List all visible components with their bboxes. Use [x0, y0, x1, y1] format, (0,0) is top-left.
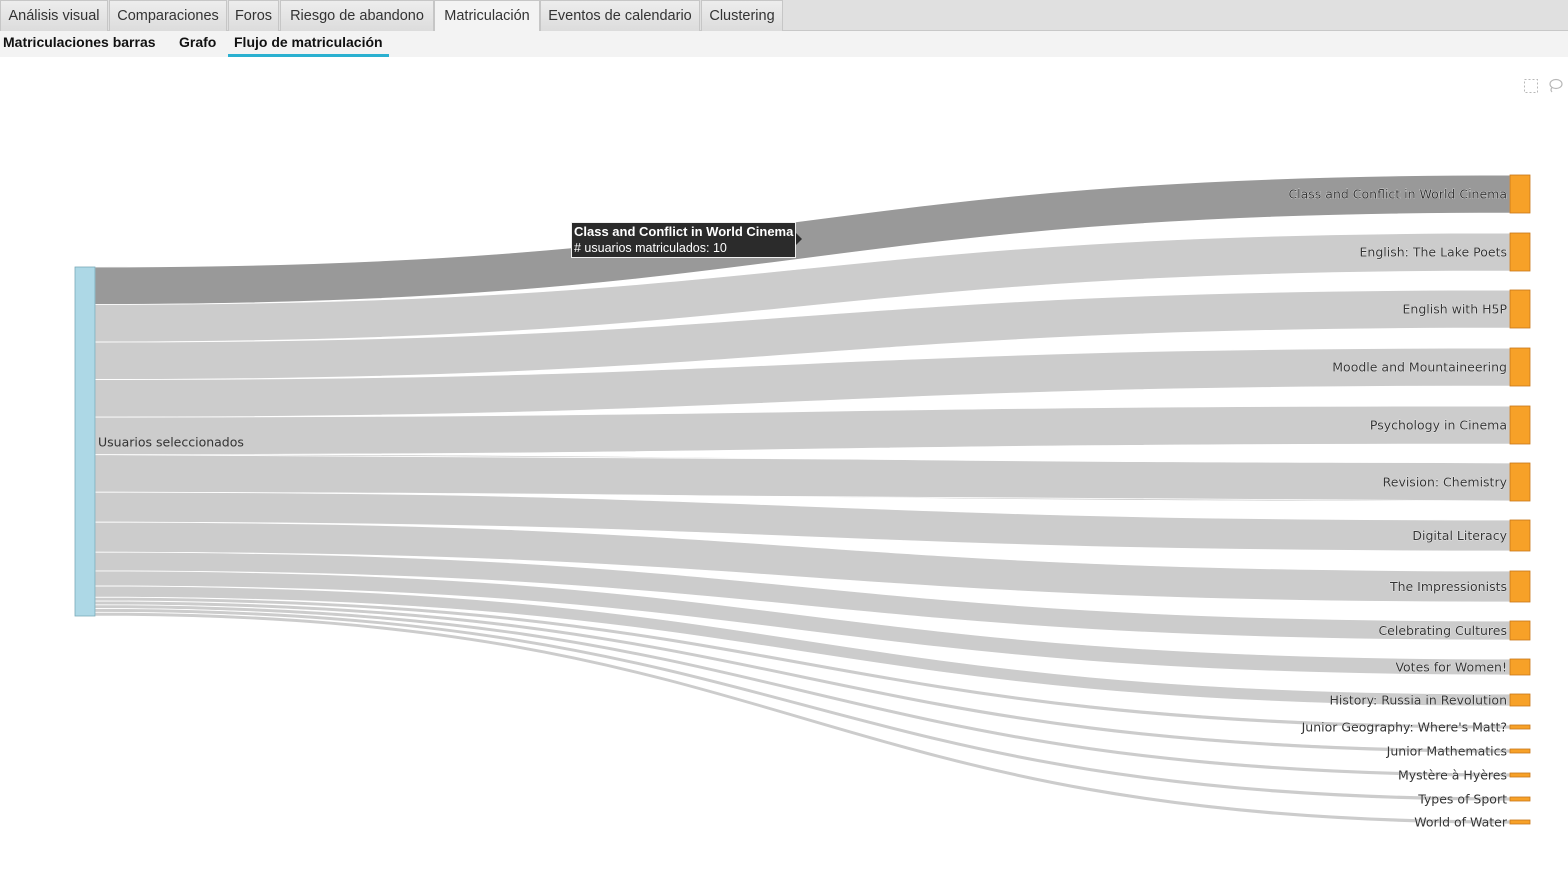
sankey-target-label: Votes for Women! [1395, 660, 1507, 675]
sankey-target-node-moodle-and-mountaineering[interactable] [1509, 347, 1531, 387]
sankey-source-node[interactable] [74, 266, 96, 617]
sankey-source-label: Usuarios seleccionados [98, 435, 244, 450]
sankey-target-label: Moodle and Mountaineering [1332, 360, 1507, 375]
sankey-target-node-psychology-in-cinema[interactable] [1509, 405, 1531, 445]
sankey-target-node-votes-for-women[interactable] [1509, 658, 1531, 676]
sankey-target-label: Mystère à Hyères [1398, 768, 1507, 783]
sankey-target-node-english-the-lake-poets[interactable] [1509, 232, 1531, 272]
sankey-target-label: Junior Geography: Where's Matt? [1301, 720, 1507, 735]
sankey-target-label: World of Water [1414, 815, 1508, 830]
tooltip-text: # usuarios matriculados: 10 [574, 241, 727, 255]
sankey-target-label: History: Russia in Revolution [1330, 693, 1508, 708]
tooltip-title: Class and Conflict in World Cinema [574, 224, 794, 239]
sankey-target-node-english-with-h5p[interactable] [1509, 289, 1531, 329]
sankey-target-node-types-of-sport[interactable] [1509, 796, 1531, 802]
sankey-target-node-junior-mathematics[interactable] [1509, 748, 1531, 754]
sankey-target-label: Class and Conflict in World Cinema [1288, 187, 1507, 202]
sankey-target-label: Digital Literacy [1412, 528, 1507, 543]
sankey-target-label: The Impressionists [1389, 579, 1507, 594]
sankey-target-label: Revision: Chemistry [1383, 475, 1508, 490]
sankey-target-label: English with H5P [1403, 302, 1508, 317]
sankey-target-node-the-impressionists[interactable] [1509, 570, 1531, 603]
sankey-chart: Usuarios seleccionados Class and Conflict… [74, 174, 1531, 830]
lasso-select-icon[interactable] [1547, 78, 1563, 94]
sankey-target-node-celebrating-cultures[interactable] [1509, 620, 1531, 641]
hover-tooltip: Class and Conflict in World Cinema # usu… [571, 222, 796, 258]
sankey-target-node-mystere-a-hyeres[interactable] [1509, 772, 1531, 778]
sankey-target-node-world-of-water[interactable] [1509, 819, 1531, 825]
sankey-target-node-class-and-conflict-in-world-cinema[interactable] [1509, 174, 1531, 214]
sankey-target-node-digital-literacy[interactable] [1509, 519, 1531, 552]
sankey-target-label: Celebrating Cultures [1378, 623, 1507, 638]
sankey-target-node-revision-chemistry[interactable] [1509, 462, 1531, 502]
tooltip-arrow [796, 233, 802, 245]
sankey-target-label: Types of Sport [1417, 792, 1507, 807]
box-select-icon[interactable] [1523, 78, 1539, 94]
sankey-target-node-history-russia-in-revolution[interactable] [1509, 693, 1531, 707]
sankey-target-label: Psychology in Cinema [1370, 418, 1507, 433]
sankey-target-node-junior-geography-where-s-matt[interactable] [1509, 724, 1531, 730]
sankey-target-label: Junior Mathematics [1386, 744, 1507, 759]
sankey-target-label: English: The Lake Poets [1360, 245, 1507, 260]
